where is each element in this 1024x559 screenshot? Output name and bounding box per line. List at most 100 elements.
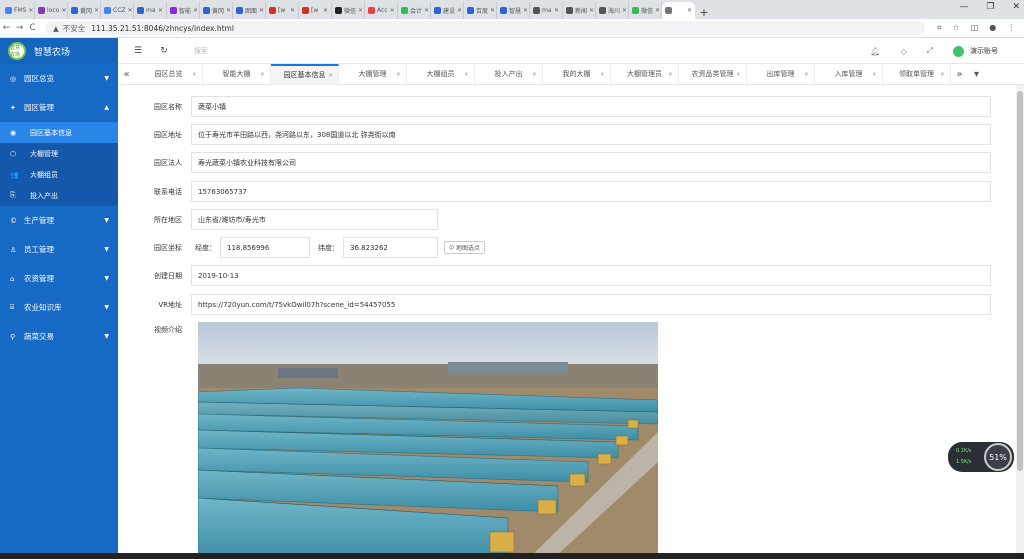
close-tab-icon[interactable]: ✕ bbox=[28, 7, 33, 14]
page-tab[interactable]: 智能大棚 ✕ bbox=[203, 63, 271, 85]
close-tab-icon[interactable]: ✕ bbox=[94, 7, 99, 14]
browser-tab[interactable]: ma ✕ bbox=[134, 2, 167, 19]
close-tab-icon[interactable]: ✕ bbox=[736, 71, 741, 78]
page-tab[interactable]: 投入产出 ✕ bbox=[475, 63, 543, 85]
close-tab-icon[interactable]: ✕ bbox=[290, 7, 295, 14]
browser-tab[interactable]: 图面 ✕ bbox=[233, 2, 266, 19]
close-tab-icon[interactable]: ✕ bbox=[668, 71, 673, 78]
region-select[interactable]: 山东省/潍坊市/寿光市 bbox=[191, 209, 438, 230]
close-tab-icon[interactable]: ✕ bbox=[128, 7, 133, 14]
address-field[interactable]: 位于寿光市羊田路以西，尧河路以东，308国道以北 弥尧街以南 bbox=[191, 124, 991, 145]
menu-toggle-icon[interactable]: ☰ bbox=[130, 46, 146, 56]
browser-tab[interactable]: [w ✕ bbox=[266, 2, 299, 19]
forward-icon[interactable]: → bbox=[13, 23, 26, 33]
name-field[interactable]: 蔬菜小镇 bbox=[191, 96, 991, 117]
page-tab[interactable]: 领取单管理 ✕ bbox=[883, 63, 951, 85]
browser-tab[interactable]: ma ✕ bbox=[530, 2, 563, 19]
browser-tab[interactable]: FMS ✕ bbox=[2, 2, 35, 19]
url-input[interactable]: ▲ 不安全 111.35.21.51:8046/zhncys/index.htm… bbox=[45, 21, 925, 35]
browser-tab[interactable]: loco ✕ bbox=[35, 2, 68, 19]
refresh-icon[interactable]: ↻ bbox=[156, 46, 172, 56]
profile-icon[interactable]: ● bbox=[989, 23, 996, 33]
legal-field[interactable]: 寿光蔬菜小镇农业科技有限公司 bbox=[191, 152, 991, 173]
close-tab-icon[interactable]: ✕ bbox=[358, 7, 363, 14]
close-tab-icon[interactable]: ✕ bbox=[622, 7, 627, 14]
page-tab[interactable]: 大棚组员 ✕ bbox=[407, 63, 475, 85]
close-tab-icon[interactable]: ✕ bbox=[687, 7, 692, 14]
browser-tab[interactable]: 百度 ✕ bbox=[464, 2, 497, 19]
sidebar-subitem-3[interactable]: ⎘ 投入产出 bbox=[0, 185, 118, 206]
close-tab-icon[interactable]: ✕ bbox=[464, 71, 469, 78]
sidebar-subitem-2[interactable]: 👥 大棚组员 bbox=[0, 164, 118, 185]
bell-icon[interactable]: 🔔︎ bbox=[870, 47, 880, 56]
browser-tab[interactable]: 海川 ✕ bbox=[596, 2, 629, 19]
sidebar-item-group-2[interactable]: ⌂ 农资管理 ▼ bbox=[0, 264, 118, 293]
close-tab-icon[interactable]: ✕ bbox=[940, 71, 945, 78]
maximize-icon[interactable]: ❐ bbox=[986, 2, 994, 12]
close-tab-icon[interactable]: ✕ bbox=[328, 72, 333, 79]
back-icon[interactable]: ← bbox=[0, 23, 13, 33]
sidebar-item-group-3[interactable]: ⌸ 农业知识库 ▼ bbox=[0, 293, 118, 322]
browser-tab[interactable]: 微信 ✕ bbox=[332, 2, 365, 19]
close-tab-icon[interactable]: ✕ bbox=[193, 7, 198, 14]
close-window-icon[interactable]: ✕ bbox=[1012, 2, 1020, 12]
close-tab-icon[interactable]: ✕ bbox=[323, 7, 328, 14]
browser-tab[interactable]: 新闻 ✕ bbox=[563, 2, 596, 19]
new-tab-button[interactable]: + bbox=[695, 6, 713, 19]
close-tab-icon[interactable]: ✕ bbox=[424, 7, 429, 14]
close-tab-icon[interactable]: ✕ bbox=[158, 7, 163, 14]
phone-field[interactable]: 15763065737 bbox=[191, 181, 991, 202]
page-tab[interactable]: 大棚管理员 ✕ bbox=[611, 63, 679, 85]
sidebar-item-group-4[interactable]: ⚲ 蔬菜交易 ▼ bbox=[0, 322, 118, 351]
tabs-prev-icon[interactable]: « bbox=[118, 69, 135, 80]
close-tab-icon[interactable]: ✕ bbox=[523, 7, 528, 14]
close-tab-icon[interactable]: ✕ bbox=[260, 71, 265, 78]
page-tab[interactable]: 农资品类管理 ✕ bbox=[679, 63, 747, 85]
sidebar-item-0[interactable]: ◎ 园区总览 ▼ bbox=[0, 64, 118, 93]
browser-tab[interactable]: 黄冈 ✕ bbox=[68, 2, 101, 19]
vr-field[interactable]: https://720yun.com/t/75vkOwil07h?scene_i… bbox=[191, 294, 991, 315]
close-tab-icon[interactable]: ✕ bbox=[390, 7, 395, 14]
browser-tab[interactable]: 智慧 ✕ bbox=[497, 2, 530, 19]
intro-video[interactable] bbox=[198, 322, 658, 559]
page-tab[interactable]: 园区总览 ✕ bbox=[135, 63, 203, 85]
sidebar-subitem-0[interactable]: ◉ 园区基本信息 bbox=[0, 122, 118, 143]
close-tab-icon[interactable]: ✕ bbox=[554, 7, 559, 14]
user-menu[interactable]: 演示账号 bbox=[953, 45, 998, 57]
close-tab-icon[interactable]: ✕ bbox=[259, 7, 264, 14]
close-tab-icon[interactable]: ✕ bbox=[61, 7, 66, 14]
qr-icon[interactable]: ⌗ bbox=[937, 23, 942, 33]
fullscreen-icon[interactable]: ⤢ bbox=[927, 46, 933, 56]
lng-field[interactable]: 118.856996 bbox=[220, 237, 310, 258]
scroll-thumb[interactable] bbox=[1017, 91, 1023, 471]
sidebar-item-group-0[interactable]: © 生产管理 ▼ bbox=[0, 206, 118, 235]
close-tab-icon[interactable]: ✕ bbox=[226, 7, 231, 14]
browser-tab[interactable]: 建设 ✕ bbox=[431, 2, 464, 19]
date-field[interactable]: 2019-10-13 bbox=[191, 265, 991, 286]
page-scrollbar[interactable] bbox=[1016, 85, 1024, 559]
page-tab[interactable]: 出库管理 ✕ bbox=[747, 63, 815, 85]
browser-tab[interactable]: [w ✕ bbox=[299, 2, 332, 19]
browser-tab[interactable]: Acc ✕ bbox=[365, 2, 398, 19]
browser-tab[interactable]: CCZ ✕ bbox=[101, 2, 134, 19]
sidebar-item-group-1[interactable]: ♙ 员工管理 ▼ bbox=[0, 235, 118, 264]
search-input[interactable]: 搜索 bbox=[194, 46, 208, 56]
browser-tab[interactable]: 微信 ✕ bbox=[629, 2, 662, 19]
bookmark-star-icon[interactable]: ☆ bbox=[953, 23, 960, 33]
page-tab[interactable]: 大棚管理 ✕ bbox=[339, 63, 407, 85]
close-tab-icon[interactable]: ✕ bbox=[532, 71, 537, 78]
close-tab-icon[interactable]: ✕ bbox=[192, 71, 197, 78]
close-tab-icon[interactable]: ✕ bbox=[600, 71, 605, 78]
close-tab-icon[interactable]: ✕ bbox=[655, 7, 660, 14]
close-tab-icon[interactable]: ✕ bbox=[396, 71, 401, 78]
browser-tab[interactable]: 会计 ✕ bbox=[398, 2, 431, 19]
lat-field[interactable]: 36.823262 bbox=[343, 237, 438, 258]
tag-icon[interactable]: ◇ bbox=[900, 47, 906, 56]
reload-icon[interactable]: C bbox=[26, 23, 39, 33]
close-tab-icon[interactable]: ✕ bbox=[490, 7, 495, 14]
page-tab[interactable]: 入库管理 ✕ bbox=[815, 63, 883, 85]
sidebar-subitem-1[interactable]: ⬡ 大棚管理 bbox=[0, 143, 118, 164]
tabs-next-icon[interactable]: » bbox=[951, 69, 968, 80]
close-tab-icon[interactable]: ✕ bbox=[872, 71, 877, 78]
minimize-icon[interactable]: — bbox=[959, 2, 968, 12]
